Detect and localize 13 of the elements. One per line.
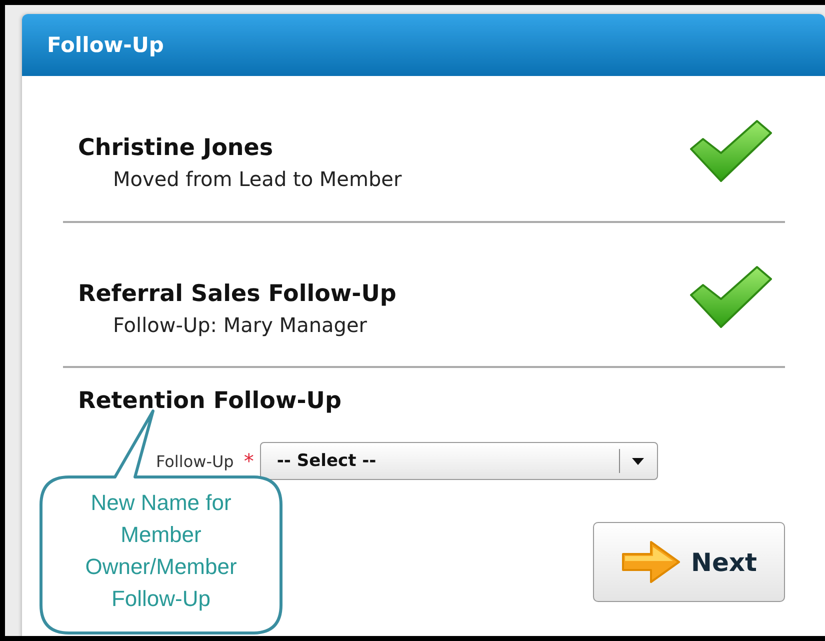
required-mark: * xyxy=(244,449,254,473)
arrow-icon xyxy=(621,540,682,584)
section-title: Retention Follow-Up xyxy=(78,388,342,414)
next-button[interactable]: Next xyxy=(593,522,785,602)
callout-text: New Name for Member Owner/Member Follow-Up xyxy=(84,489,238,613)
follow-up-dropdown[interactable]: -- Select -- xyxy=(260,442,658,480)
dialog-title: Follow-Up xyxy=(47,33,164,57)
section-subtitle: Follow-Up: Mary Manager xyxy=(113,312,368,336)
caret-icon xyxy=(632,458,644,464)
field-label: Follow-Up xyxy=(156,452,234,470)
section-subtitle: Moved from Lead to Member xyxy=(113,166,402,190)
section-title: Christine Jones xyxy=(78,134,274,160)
section-title: Referral Sales Follow-Up xyxy=(78,280,396,306)
